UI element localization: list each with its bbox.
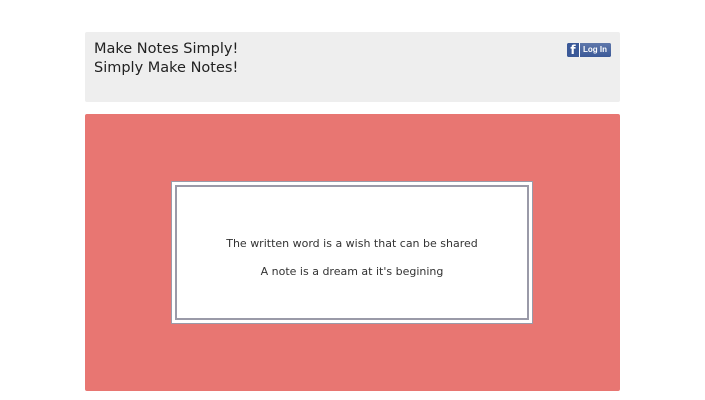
note-quote-2: A note is a dream at it's begining [260,265,444,278]
tagline-line-2: Simply Make Notes! [94,60,239,76]
note-card: The written word is a wish that can be s… [171,181,533,324]
tagline-line-1: Make Notes Simply! [94,41,239,57]
facebook-login-label: Log In [580,43,611,57]
note-quote-1: The written word is a wish that can be s… [226,237,478,250]
main-panel: The written word is a wish that can be s… [85,114,620,391]
tagline: Make Notes Simply! Simply Make Notes! [94,40,238,78]
facebook-icon: f [567,43,580,57]
header-panel: Make Notes Simply! Simply Make Notes! f … [85,32,620,102]
note-card-inner: The written word is a wish that can be s… [175,185,529,320]
facebook-login-button[interactable]: f Log In [567,43,611,57]
